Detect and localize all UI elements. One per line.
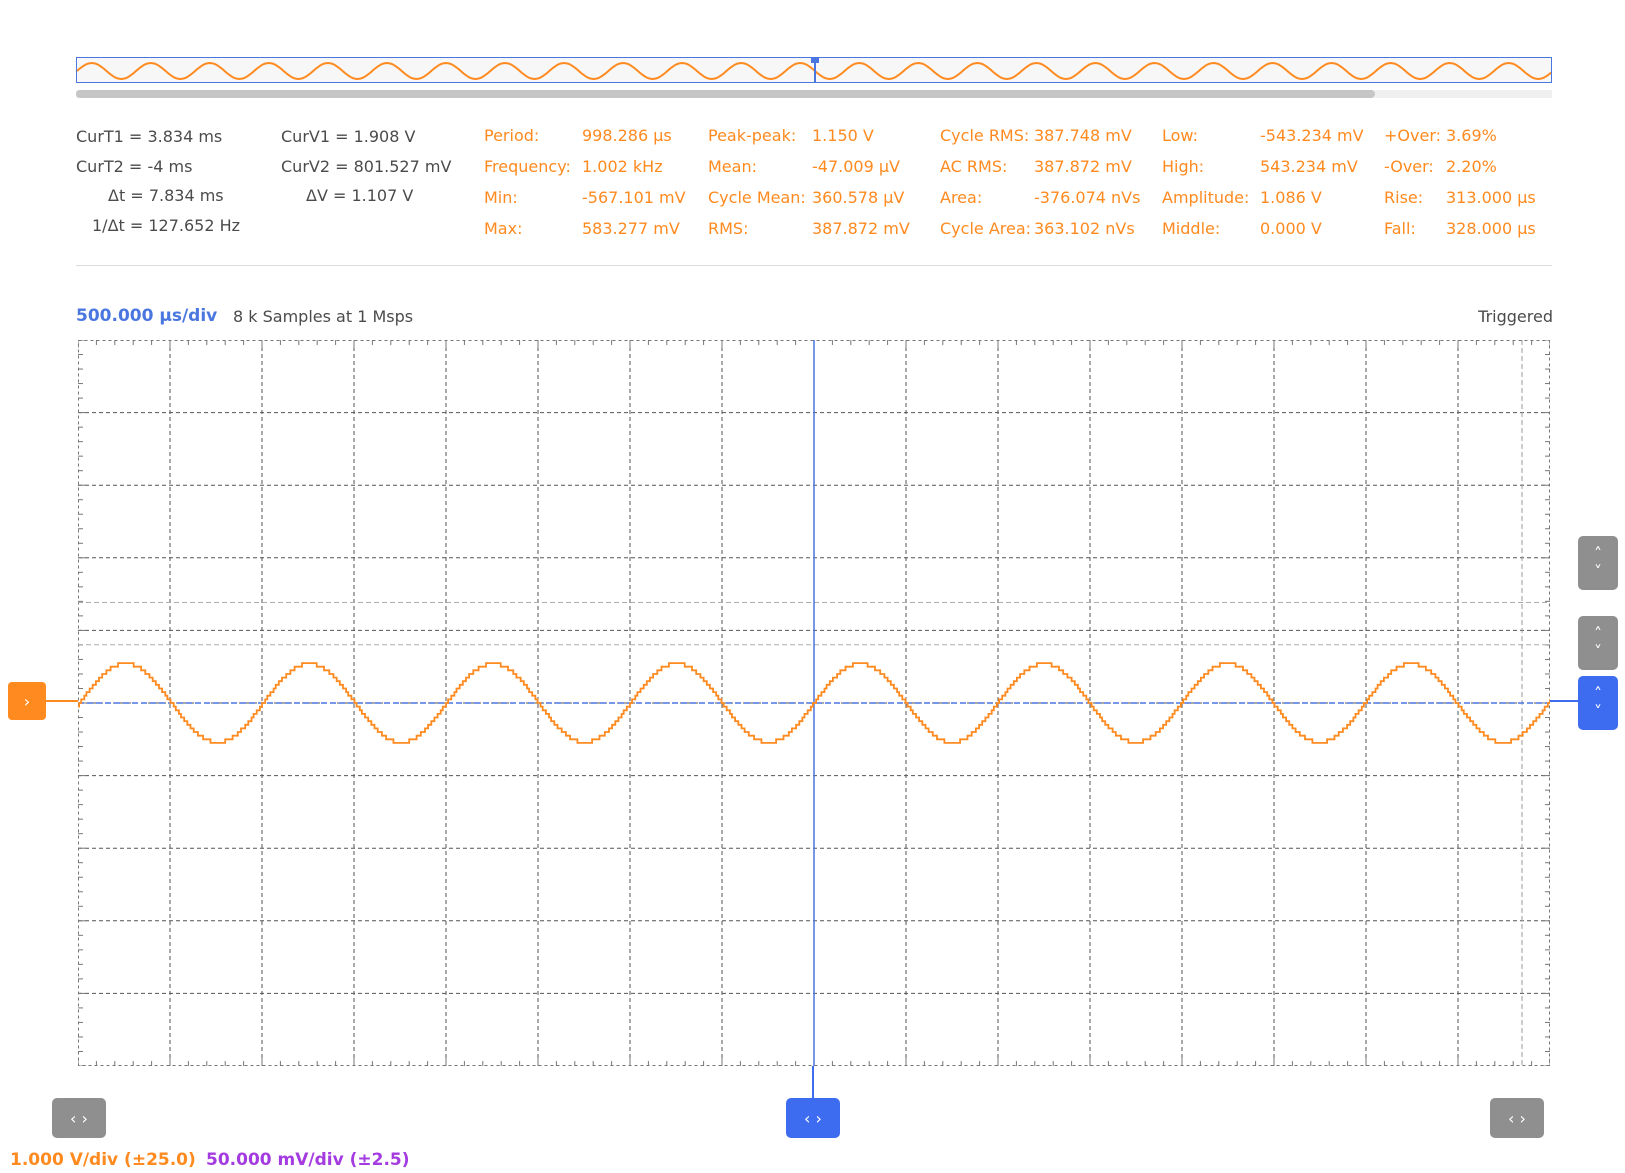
measure-value: 387.748 mV bbox=[1034, 126, 1132, 145]
chevron-up-icon: ˄ bbox=[1594, 684, 1602, 703]
measure-value: 328.000 μs bbox=[1446, 219, 1536, 238]
measure-value: 0.000 V bbox=[1260, 219, 1322, 238]
cursor-t1-readout: CurT1 = 3.834 ms bbox=[76, 127, 223, 146]
measure-value: 1.086 V bbox=[1260, 188, 1322, 207]
separator bbox=[76, 265, 1552, 266]
measure-label: RMS: bbox=[708, 219, 749, 238]
measure-value: -47.009 μV bbox=[812, 157, 900, 176]
trigger-level-stepper[interactable]: ˄ ˅ bbox=[1578, 536, 1618, 590]
cursor-v2-readout: CurV2 = 801.527 mV bbox=[281, 157, 452, 176]
measure-value: 313.000 μs bbox=[1446, 188, 1536, 207]
scrollbar-thumb[interactable] bbox=[76, 90, 1375, 98]
measure-value: 2.20% bbox=[1446, 157, 1497, 176]
measure-label: Rise: bbox=[1384, 188, 1424, 207]
measure-label: AC RMS: bbox=[940, 157, 1008, 176]
chevron-down-icon: ˅ bbox=[1594, 642, 1602, 661]
trigger-connector bbox=[812, 1066, 814, 1098]
ch1-offset-marker[interactable]: › bbox=[8, 682, 46, 720]
measure-label: Cycle Mean: bbox=[708, 188, 806, 207]
measure-label: High: bbox=[1162, 157, 1205, 176]
measure-value: 583.277 mV bbox=[582, 219, 680, 238]
measure-label: -Over: bbox=[1384, 157, 1434, 176]
delta-v-readout: ΔV = 1.107 V bbox=[306, 186, 414, 205]
measure-value: 3.69% bbox=[1446, 126, 1497, 145]
measure-value: 1.150 V bbox=[812, 126, 874, 145]
measure-label: Period: bbox=[484, 126, 540, 145]
measure-label: Cycle Area: bbox=[940, 219, 1032, 238]
timebase-label[interactable]: 500.000 μs/div bbox=[76, 306, 217, 326]
cursor-t1-handle-button[interactable]: ‹ › bbox=[1490, 1098, 1544, 1138]
samples-info: 8 k Samples at 1 Msps bbox=[233, 307, 414, 326]
measure-value: 998.286 μs bbox=[582, 126, 672, 145]
cursor-t2-handle-button[interactable]: ‹ › bbox=[52, 1098, 106, 1138]
measure-label: Frequency: bbox=[484, 157, 571, 176]
trigger-position-button[interactable]: ‹ › bbox=[786, 1098, 840, 1138]
cursor-v1-readout: CurV1 = 1.908 V bbox=[281, 127, 416, 146]
measure-value: 387.872 mV bbox=[1034, 157, 1132, 176]
inverse-delta-t-readout: 1/Δt = 127.652 Hz bbox=[92, 216, 241, 235]
cursor-v-stepper[interactable]: ˄ ˅ bbox=[1578, 616, 1618, 670]
measure-value: -376.074 nVs bbox=[1034, 188, 1141, 207]
measure-value: 363.102 nVs bbox=[1034, 219, 1135, 238]
measure-label: Mean: bbox=[708, 157, 757, 176]
measure-label: +Over: bbox=[1384, 126, 1441, 145]
chevron-up-icon: ˄ bbox=[1594, 544, 1602, 563]
measure-value: -567.101 mV bbox=[582, 188, 686, 207]
measure-label: Middle: bbox=[1162, 219, 1221, 238]
overview-strip[interactable] bbox=[76, 57, 1552, 83]
ch1-scale-label[interactable]: 1.000 V/div (±25.0) bbox=[10, 1150, 196, 1170]
h-cursor-connector bbox=[1550, 700, 1578, 702]
chevron-left-right-icon: ‹ › bbox=[1508, 1108, 1526, 1128]
chevron-left-right-icon: ‹ › bbox=[70, 1108, 88, 1128]
chevron-up-icon: ˄ bbox=[1594, 624, 1602, 643]
measure-value: 543.234 mV bbox=[1260, 157, 1358, 176]
cursor-t2-readout: CurT2 = -4 ms bbox=[76, 157, 193, 176]
measure-label: Area: bbox=[940, 188, 983, 207]
chevron-down-icon: ˅ bbox=[1594, 562, 1602, 581]
overview-trigger-tab bbox=[811, 58, 819, 63]
measure-label: Cycle RMS: bbox=[940, 126, 1030, 145]
ch2-scale-label[interactable]: 50.000 mV/div (±2.5) bbox=[206, 1150, 410, 1170]
chevron-down-icon: ˅ bbox=[1594, 702, 1602, 721]
overview-waveform bbox=[77, 58, 1551, 82]
measure-label: Fall: bbox=[1384, 219, 1416, 238]
trigger-status: Triggered bbox=[1478, 307, 1553, 326]
scope-plot[interactable] bbox=[77, 339, 1551, 1067]
measure-label: Max: bbox=[484, 219, 523, 238]
measure-value: 387.872 mV bbox=[812, 219, 910, 238]
horizontal-cursor-stepper[interactable]: ˄ ˅ bbox=[1578, 676, 1618, 730]
measure-value: 360.578 μV bbox=[812, 188, 905, 207]
ch1-marker-line bbox=[46, 700, 78, 702]
measure-value: 1.002 kHz bbox=[582, 157, 663, 176]
measure-label: Min: bbox=[484, 188, 518, 207]
scope-plot-svg bbox=[77, 339, 1551, 1067]
chevron-left-right-icon: ‹ › bbox=[804, 1108, 822, 1128]
measure-label: Low: bbox=[1162, 126, 1199, 145]
delta-t-readout: Δt = 7.834 ms bbox=[108, 186, 224, 205]
measure-label: Amplitude: bbox=[1162, 188, 1250, 207]
measure-label: Peak-peak: bbox=[708, 126, 797, 145]
horizontal-scrollbar[interactable] bbox=[76, 90, 1552, 98]
chevron-right-icon: › bbox=[23, 691, 31, 711]
measure-value: -543.234 mV bbox=[1260, 126, 1364, 145]
